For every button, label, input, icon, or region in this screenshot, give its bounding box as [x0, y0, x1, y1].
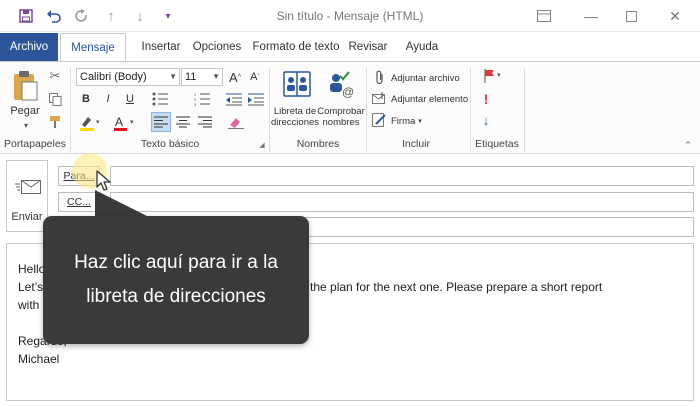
tab-insertar[interactable]: Insertar [134, 33, 188, 61]
group-separator [524, 68, 525, 152]
cut-icon[interactable]: ✂ [47, 68, 63, 84]
tooltip-line-1: Haz clic aquí para ir a la [74, 252, 278, 273]
check-names-button[interactable]: Comprobar nombres [317, 104, 365, 130]
high-importance-icon[interactable]: ! [478, 91, 494, 107]
ribbon-display-icon[interactable] [533, 6, 555, 26]
font-name-combo[interactable]: Calibri (Body) ▼ [76, 68, 180, 86]
grow-font-icon[interactable]: A ^ [227, 68, 243, 86]
underline-button[interactable]: U [122, 91, 138, 107]
customize-icon[interactable]: ▾ [158, 6, 178, 26]
dialog-launcher-icon[interactable]: ◢ [257, 140, 267, 150]
up-arrow-icon[interactable]: ↑ [101, 6, 121, 26]
send-label: Enviar [11, 211, 43, 223]
tooltip: Haz clic aquí para ir a la libreta de di… [43, 216, 309, 344]
to-field[interactable] [110, 166, 694, 186]
svg-text:@: @ [342, 85, 354, 98]
highlight-color-icon[interactable]: ▾ [76, 114, 106, 132]
font-color-icon[interactable]: A ▾ [110, 114, 140, 132]
signature-label: Firma [391, 115, 416, 127]
group-label-etiquetas: Etiquetas [475, 138, 519, 150]
svg-text:A: A [115, 115, 123, 129]
clear-formatting-icon[interactable] [226, 112, 246, 132]
svg-text:▾: ▾ [497, 72, 501, 79]
body-line: Let’s [18, 280, 44, 294]
copy-icon[interactable] [47, 91, 63, 107]
collapse-ribbon-icon[interactable]: ⌃ [682, 140, 694, 150]
shrink-font-icon[interactable]: Aˇ [247, 68, 263, 86]
svg-text:3: 3 [194, 102, 197, 106]
minimize-icon[interactable]: — [580, 6, 602, 26]
numbering-icon[interactable]: 123 [190, 91, 216, 107]
svg-text:▾: ▾ [96, 119, 100, 126]
close-icon[interactable]: ✕ [664, 6, 686, 26]
paste-dropdown-icon[interactable]: ▾ [16, 120, 36, 130]
attach-item-icon [371, 90, 387, 106]
mouse-cursor-icon [96, 170, 114, 192]
group-label-portapapeles: Portapapeles [4, 138, 66, 150]
align-left-icon[interactable] [151, 112, 171, 132]
address-book-icon[interactable] [280, 68, 314, 100]
align-right-icon[interactable] [195, 112, 215, 132]
tab-opciones[interactable]: Opciones [189, 33, 245, 61]
save-icon[interactable] [16, 6, 36, 26]
ribbon-tabs: Archivo Mensaje Insertar Opciones Format… [0, 33, 700, 62]
down-arrow-icon[interactable]: ↓ [130, 6, 150, 26]
align-center-icon[interactable] [173, 112, 193, 132]
maximize-icon[interactable] [620, 6, 642, 26]
group-label-texto-basico: Texto básico [140, 138, 200, 150]
font-size-value: 11 [185, 71, 197, 83]
address-book-button[interactable]: Libreta de direcciones [270, 104, 320, 130]
group-label-nombres: Nombres [296, 138, 340, 150]
body-line-fragment: d the plan for the next one. Please prep… [300, 280, 603, 294]
body-line: Hello [18, 262, 46, 276]
follow-up-flag-icon[interactable]: ▾ [480, 68, 506, 84]
paste-icon[interactable] [8, 68, 42, 104]
tab-mensaje[interactable]: Mensaje [60, 33, 126, 62]
font-size-combo[interactable]: 11 ▼ [181, 68, 223, 86]
low-importance-icon[interactable]: ↓ [478, 112, 494, 128]
tab-revisar[interactable]: Revisar [345, 33, 391, 61]
check-names-icon[interactable]: @ [324, 68, 358, 100]
format-painter-icon[interactable] [47, 114, 63, 130]
chevron-down-icon: ▼ [169, 72, 177, 81]
title-bar: ↑ ↓ ▾ Sin título - Mensaje (HTML) — ✕ [0, 0, 700, 32]
paperclip-icon [373, 69, 387, 85]
italic-button[interactable]: I [100, 91, 116, 107]
cc-button[interactable]: CC... [58, 192, 100, 212]
signature-icon [371, 112, 387, 128]
send-icon [15, 175, 41, 197]
paste-button[interactable]: Pegar [6, 104, 44, 118]
increase-indent-icon[interactable] [247, 91, 265, 107]
ribbon: Pegar ▾ ✂ Portapapeles Calibri (Body) ▼ … [0, 61, 700, 154]
bold-button[interactable]: B [78, 91, 94, 107]
attach-item-button[interactable]: Adjuntar elemento [391, 92, 469, 106]
cc-field[interactable] [110, 192, 694, 212]
send-button[interactable]: Enviar [6, 160, 48, 232]
undo-icon[interactable] [44, 6, 64, 26]
tab-ayuda[interactable]: Ayuda [400, 33, 444, 61]
decrease-indent-icon[interactable] [225, 91, 243, 107]
bullets-icon[interactable] [148, 91, 174, 107]
body-line: Michael [18, 352, 60, 366]
group-label-incluir: Incluir [401, 138, 430, 150]
chevron-down-icon: ▼ [212, 72, 220, 81]
chevron-down-icon: ▾ [418, 118, 422, 125]
svg-text:▾: ▾ [130, 119, 134, 126]
body-line: with [18, 298, 40, 312]
tab-archivo[interactable]: Archivo [0, 33, 58, 61]
redo-icon[interactable] [72, 6, 92, 26]
signature-button[interactable]: Firma ▾ [391, 114, 431, 128]
tab-formato-de-texto[interactable]: Formato de texto [249, 33, 343, 61]
tooltip-text: Haz clic aquí para ir a la libreta de di… [43, 246, 309, 314]
font-name-value: Calibri (Body) [80, 71, 147, 83]
attach-file-button[interactable]: Adjuntar archivo [391, 71, 461, 85]
tooltip-line-2: libreta de direcciones [86, 286, 266, 307]
